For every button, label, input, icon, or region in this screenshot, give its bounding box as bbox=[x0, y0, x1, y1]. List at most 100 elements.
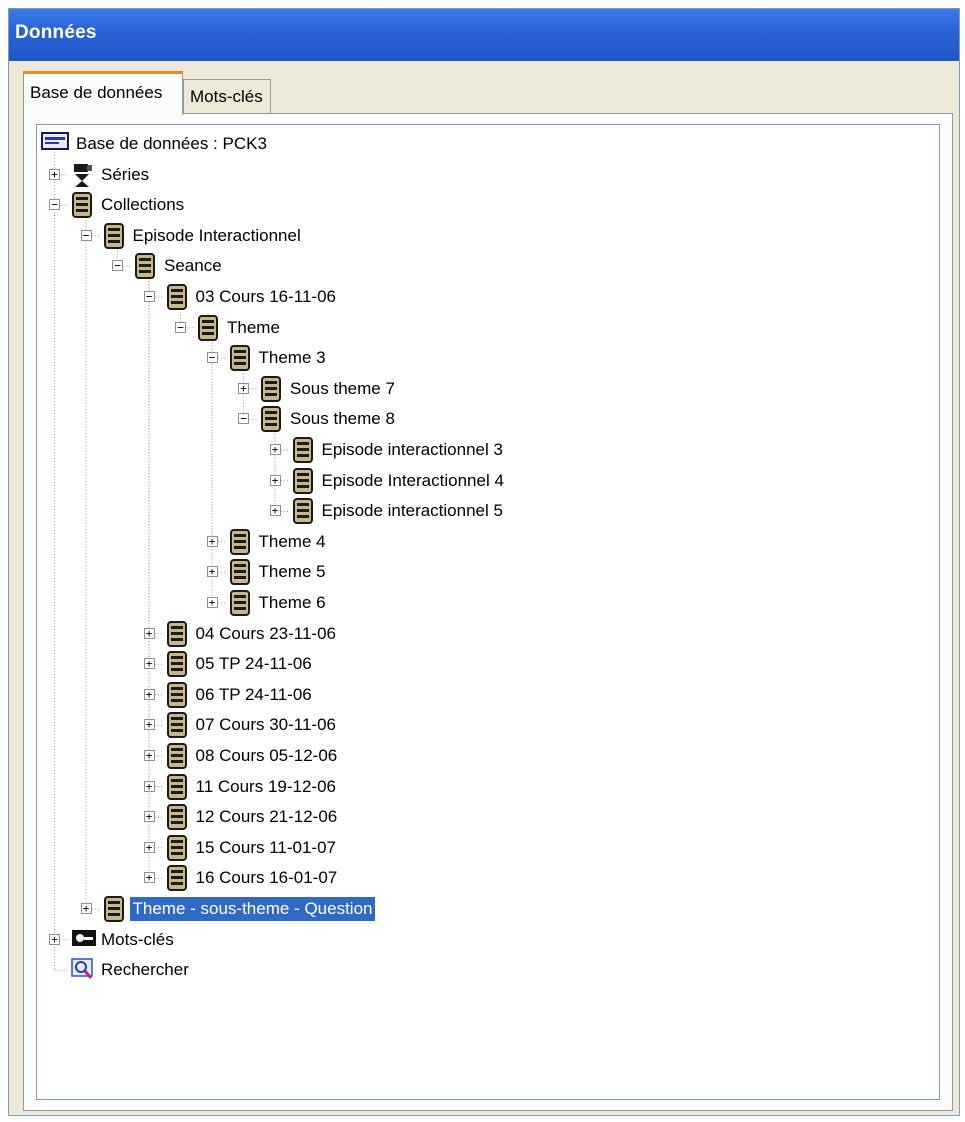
expand-button[interactable]: + bbox=[49, 168, 60, 180]
tree-node[interactable]: Rechercher bbox=[37, 955, 937, 985]
tree-node[interactable]: + Theme 4 bbox=[37, 527, 937, 557]
tree-node[interactable]: +06 TP 24-11-06 bbox=[37, 680, 937, 710]
tree-node[interactable]: − Seance bbox=[37, 251, 937, 281]
tree-node-label[interactable]: Episode Interactionnel bbox=[130, 224, 304, 248]
collection-icon bbox=[166, 712, 188, 739]
collection-icon bbox=[166, 834, 188, 861]
tree-node[interactable]: +16 Cours 16-01-07 bbox=[37, 863, 937, 893]
tree-view[interactable]: Base de données : PCK3 + Séries − Collection… bbox=[36, 124, 940, 1100]
tree-node-label[interactable]: Theme 5 bbox=[256, 560, 329, 584]
tree-node-label[interactable]: Collections bbox=[98, 193, 187, 217]
expand-button[interactable]: + bbox=[143, 872, 155, 884]
tree-node-label[interactable]: 05 TP 24-11-06 bbox=[193, 652, 315, 676]
collapse-button[interactable]: − bbox=[206, 352, 218, 364]
tree-node-label[interactable]: 16 Cours 16-01-07 bbox=[193, 866, 341, 890]
expand-button[interactable]: + bbox=[143, 688, 155, 700]
tree-node[interactable]: +12 Cours 21-12-06 bbox=[37, 802, 937, 832]
tree-node[interactable]: + Sous theme 7 bbox=[37, 374, 937, 404]
collapse-button[interactable]: − bbox=[112, 260, 123, 272]
tree-node[interactable]: + Episode Interactionnel 4 bbox=[37, 466, 937, 496]
expand-button[interactable]: + bbox=[143, 841, 155, 853]
tree-node-label[interactable]: 04 Cours 23-11-06 bbox=[193, 622, 340, 646]
tree-node-label[interactable]: 07 Cours 30-11-06 bbox=[193, 713, 340, 737]
expand-button[interactable]: + bbox=[80, 903, 92, 914]
expand-button[interactable]: + bbox=[143, 780, 155, 792]
tree-node[interactable]: + Séries bbox=[37, 160, 937, 190]
tree-node-label[interactable]: Rechercher bbox=[98, 958, 192, 982]
tree-node[interactable]: + Episode interactionnel 5 bbox=[37, 496, 937, 526]
tree-node-label[interactable]: Seance bbox=[161, 254, 225, 278]
collection-icon bbox=[229, 590, 251, 616]
tree-node-label[interactable]: Theme 4 bbox=[256, 530, 329, 554]
tree-node-label[interactable]: Theme 6 bbox=[256, 591, 329, 615]
tree-node-label[interactable]: Mots-clés bbox=[98, 928, 177, 952]
tree-node[interactable]: + Episode interactionnel 3 bbox=[37, 435, 937, 465]
tree-node[interactable]: + Theme - sous-theme - Question bbox=[37, 894, 937, 924]
collapse-button[interactable]: − bbox=[175, 321, 186, 333]
tab-base-de-donnees[interactable]: Base de données bbox=[23, 71, 183, 115]
tree-node[interactable]: +07 Cours 30-11-06 bbox=[37, 710, 937, 740]
expand-button[interactable]: + bbox=[143, 811, 155, 823]
expand-button[interactable]: + bbox=[206, 597, 218, 608]
collapse-button[interactable]: − bbox=[238, 413, 249, 425]
tree-node-label[interactable]: Sous theme 7 bbox=[287, 377, 398, 401]
tree-node-label[interactable]: 15 Cours 11-01-07 bbox=[193, 836, 340, 860]
tree-node-label[interactable]: Base de données : PCK3 bbox=[73, 132, 270, 156]
window-title: Données bbox=[15, 22, 97, 43]
collapse-button[interactable]: − bbox=[49, 199, 60, 211]
tree-node[interactable]: +15 Cours 11-01-07 bbox=[37, 833, 937, 863]
expand-button[interactable]: + bbox=[269, 505, 281, 517]
tree-node-label[interactable]: 11 Cours 19-12-06 bbox=[193, 775, 340, 799]
tree-node[interactable]: + Mots-clés bbox=[37, 925, 937, 955]
expand-button[interactable]: + bbox=[49, 933, 60, 945]
tree-node[interactable]: − Collections bbox=[37, 190, 937, 220]
expand-button[interactable]: + bbox=[269, 444, 281, 455]
tree-node-label[interactable]: 06 TP 24-11-06 bbox=[193, 683, 315, 707]
tree-node[interactable]: − Sous theme 8 bbox=[37, 404, 937, 434]
collection-icon bbox=[103, 896, 125, 922]
expand-button[interactable]: + bbox=[206, 535, 218, 547]
tree-node-label[interactable]: Theme - sous-theme - Question bbox=[129, 897, 376, 921]
tree-node[interactable]: +05 TP 24-11-06 bbox=[37, 649, 937, 679]
expand-button[interactable]: + bbox=[143, 627, 155, 639]
collection-icon bbox=[229, 528, 251, 555]
tree-node[interactable]: − Theme bbox=[37, 313, 937, 343]
tree-node-label[interactable]: Theme bbox=[224, 316, 283, 340]
search-icon bbox=[71, 957, 93, 983]
expand-button[interactable]: + bbox=[143, 658, 155, 670]
tree-node-label[interactable]: Episode Interactionnel 4 bbox=[319, 469, 507, 493]
collapse-button[interactable]: − bbox=[143, 291, 155, 302]
tree-node[interactable]: +11 Cours 19-12-06 bbox=[37, 772, 937, 802]
tree-node-label[interactable]: 08 Cours 05-12-06 bbox=[193, 744, 341, 768]
tree-node[interactable]: + Theme 6 bbox=[37, 588, 937, 618]
expand-button[interactable]: + bbox=[143, 719, 155, 731]
series-icon bbox=[71, 162, 93, 188]
tree-node[interactable]: − Episode Interactionnel bbox=[37, 221, 937, 251]
collection-icon bbox=[229, 345, 251, 372]
tab-panel: Base de données : PCK3 + Séries − Collection… bbox=[23, 113, 953, 1111]
tree-node[interactable]: +08 Cours 05-12-06 bbox=[37, 741, 937, 771]
tree-node-label[interactable]: Episode interactionnel 5 bbox=[319, 499, 506, 523]
tree-node-label[interactable]: 12 Cours 21-12-06 bbox=[193, 805, 341, 829]
tab-mots-cles[interactable]: Mots-clés bbox=[183, 79, 271, 113]
tree-node-label[interactable]: Episode interactionnel 3 bbox=[319, 438, 506, 462]
tree-node[interactable]: Base de données : PCK3 bbox=[37, 129, 937, 159]
tree-node-label[interactable]: Séries bbox=[98, 163, 152, 187]
tree-node-label[interactable]: Sous theme 8 bbox=[287, 407, 398, 431]
tree-node-label[interactable]: 03 Cours 16-11-06 bbox=[193, 285, 340, 309]
collection-icon bbox=[103, 222, 125, 249]
tree-node-label[interactable]: Theme 3 bbox=[256, 346, 329, 370]
expand-button[interactable]: + bbox=[269, 474, 281, 486]
collection-icon bbox=[292, 498, 314, 525]
collection-icon bbox=[292, 467, 314, 494]
collection-icon bbox=[166, 804, 188, 831]
collapse-button[interactable]: − bbox=[80, 229, 92, 241]
tree-node[interactable]: + Theme 5 bbox=[37, 557, 937, 587]
tree-node[interactable]: − 03 Cours 16-11-06 bbox=[37, 282, 937, 312]
collection-icon bbox=[166, 651, 188, 678]
tree-node[interactable]: − Theme 3 bbox=[37, 343, 937, 373]
expand-button[interactable]: + bbox=[143, 750, 155, 761]
expand-button[interactable]: + bbox=[206, 566, 218, 578]
expand-button[interactable]: + bbox=[238, 382, 249, 394]
tree-node[interactable]: +04 Cours 23-11-06 bbox=[37, 619, 937, 649]
